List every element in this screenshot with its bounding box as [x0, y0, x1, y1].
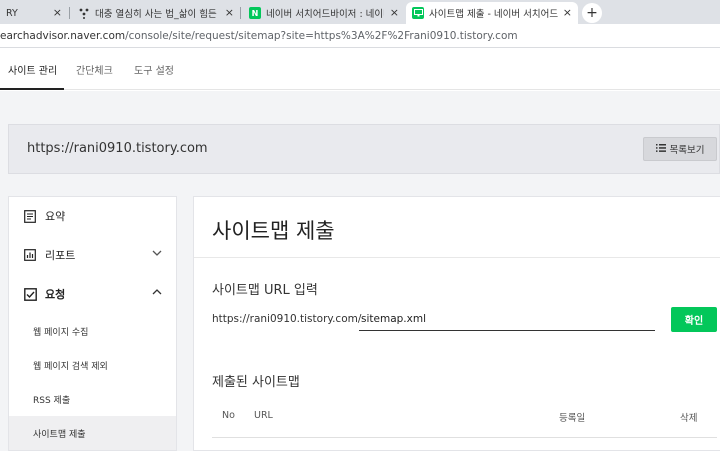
- tab-simple-check[interactable]: 간단체크: [76, 62, 113, 77]
- monitor-favicon-icon: [412, 7, 424, 19]
- close-icon[interactable]: ×: [225, 6, 234, 19]
- sidebar-item-report[interactable]: 리포트: [9, 236, 176, 274]
- main-panel: 사이트맵 제출 사이트맵 URL 입력 https://rani0910.tis…: [193, 196, 720, 451]
- tab-separator: [69, 7, 70, 19]
- list-view-label: 목록보기: [669, 145, 705, 156]
- tab-title: 네이버 서치어드바이저 : 네이버: [266, 9, 384, 20]
- tab-title: 사이트맵 제출 - 네이버 서치어드: [429, 9, 559, 20]
- address-bar[interactable]: earchadvisor.naver.com/console/site/requ…: [0, 24, 720, 48]
- browser-tab[interactable]: RY ×: [0, 2, 68, 24]
- sitemap-url-prefix: https://rani0910.tistory.com/: [212, 313, 362, 325]
- list-icon: [655, 143, 666, 155]
- sidebar-subitem-sitemap[interactable]: 사이트맵 제출: [9, 416, 176, 450]
- site-header: https://rani0910.tistory.com 목록보기: [8, 124, 720, 174]
- browser-tab-active[interactable]: 사이트맵 제출 - 네이버 서치어드 ×: [406, 2, 578, 24]
- url-text[interactable]: earchadvisor.naver.com/console/site/requ…: [0, 30, 518, 42]
- close-icon[interactable]: ×: [390, 6, 399, 19]
- url-input-heading: 사이트맵 URL 입력: [212, 283, 318, 298]
- confirm-button[interactable]: 확인: [671, 307, 717, 332]
- browser-tab[interactable]: 대충 열심히 사는 법_삶이 힘든 ×: [72, 2, 240, 24]
- sitemap-url-input[interactable]: [359, 307, 655, 331]
- sidebar-item-label: 리포트: [45, 249, 76, 262]
- list-view-button[interactable]: 목록보기: [643, 137, 717, 161]
- dots-favicon-icon: [78, 7, 90, 19]
- table-divider: [212, 437, 717, 438]
- new-tab-button[interactable]: +: [582, 3, 602, 23]
- tab-title: 대충 열심히 사는 법_삶이 힘든: [95, 9, 217, 20]
- chart-icon: [23, 248, 37, 262]
- sidebar: 요약 리포트 요청 웹 페이지 수집 웹 페이지 검색 제외 RSS 제출 사이…: [8, 196, 177, 451]
- document-icon: [23, 209, 37, 223]
- submitted-sitemaps-heading: 제출된 사이트맵: [212, 375, 300, 390]
- sidebar-item-request[interactable]: 요청: [9, 275, 176, 313]
- tab-tool-settings[interactable]: 도구 설정: [134, 62, 174, 77]
- page-title: 사이트맵 제출: [212, 219, 335, 243]
- table-header-delete: 삭제: [680, 413, 698, 424]
- table-header-date: 등록일: [559, 413, 586, 424]
- url-path: /console/site/request/sitemap?site=https…: [125, 30, 518, 42]
- naver-favicon-icon: N: [249, 7, 261, 19]
- chevron-down-icon[interactable]: [152, 248, 162, 259]
- sidebar-subitem-page-collect[interactable]: 웹 페이지 수집: [9, 314, 176, 348]
- divider: [194, 257, 720, 258]
- close-icon[interactable]: ×: [563, 6, 572, 19]
- sidebar-item-label: 요약: [45, 210, 66, 223]
- sidebar-subitem-page-exclude[interactable]: 웹 페이지 검색 제외: [9, 348, 176, 382]
- browser-tab-strip: RY × 대충 열심히 사는 법_삶이 힘든 × N 네이버 서치어드바이저 :…: [0, 0, 720, 24]
- browser-tab[interactable]: N 네이버 서치어드바이저 : 네이버 ×: [243, 2, 405, 24]
- top-nav: 사이트 관리 간단체크 도구 설정: [0, 48, 720, 90]
- chevron-up-icon[interactable]: [152, 287, 162, 298]
- site-url: https://rani0910.tistory.com: [27, 141, 208, 156]
- tab-separator: [240, 7, 241, 19]
- table-header-no: No: [222, 410, 235, 421]
- sidebar-item-label: 요청: [45, 288, 66, 301]
- table-header-url: URL: [254, 410, 273, 421]
- url-host: earchadvisor.naver.com: [0, 30, 126, 42]
- close-icon[interactable]: ×: [53, 6, 62, 19]
- sidebar-item-summary[interactable]: 요약: [9, 197, 176, 235]
- tab-title: RY: [6, 7, 18, 19]
- active-tab-indicator: [0, 88, 64, 90]
- checkbox-icon: [23, 287, 37, 301]
- sidebar-subitem-rss[interactable]: RSS 제출: [9, 382, 176, 416]
- tab-site-management[interactable]: 사이트 관리: [8, 62, 57, 77]
